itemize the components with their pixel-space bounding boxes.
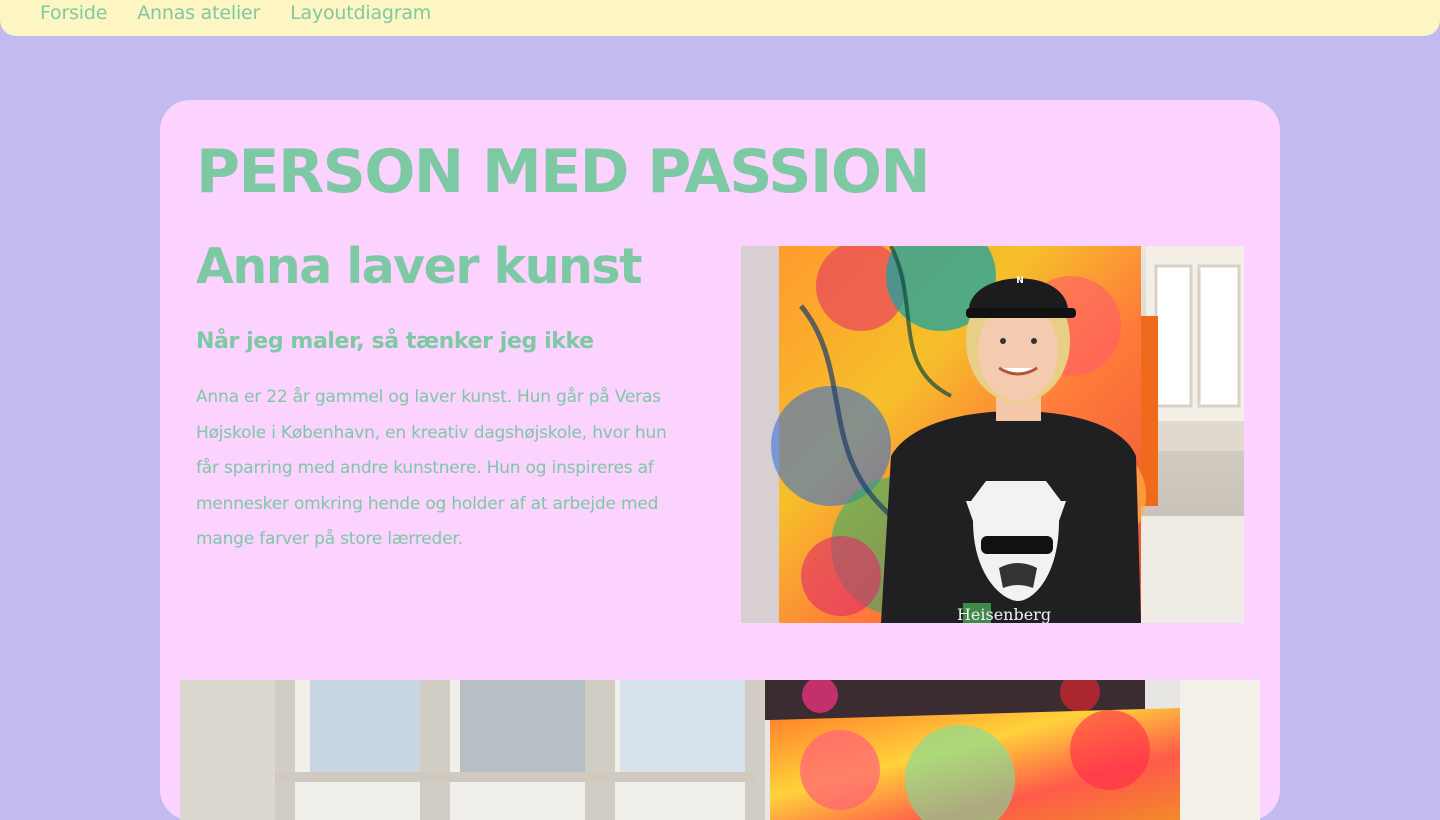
- page-title: PERSON MED PASSION: [196, 137, 931, 207]
- nav-link-layoutdiagram[interactable]: Layoutdiagram: [290, 0, 431, 26]
- nav-link-annas-atelier[interactable]: Annas atelier: [137, 0, 260, 26]
- nav-link-forside[interactable]: Forside: [40, 0, 107, 26]
- top-navigation: Forside Annas atelier Layoutdiagram: [0, 0, 1440, 36]
- intro-paragraph: Anna er 22 år gammel og laver kunst. Hun…: [196, 387, 667, 549]
- section-heading: Anna laver kunst: [196, 238, 643, 295]
- shirt-text: Heisenberg: [957, 605, 1051, 623]
- atelier-photo: [180, 680, 1260, 820]
- cap-logo: N: [1016, 276, 1024, 286]
- content-card: PERSON MED PASSION Anna laver kunst Når …: [160, 100, 1280, 820]
- section-subheading: Når jeg maler, så tænker jeg ikke: [196, 329, 594, 354]
- anna-portrait-photo: N Heisenberg: [741, 246, 1244, 623]
